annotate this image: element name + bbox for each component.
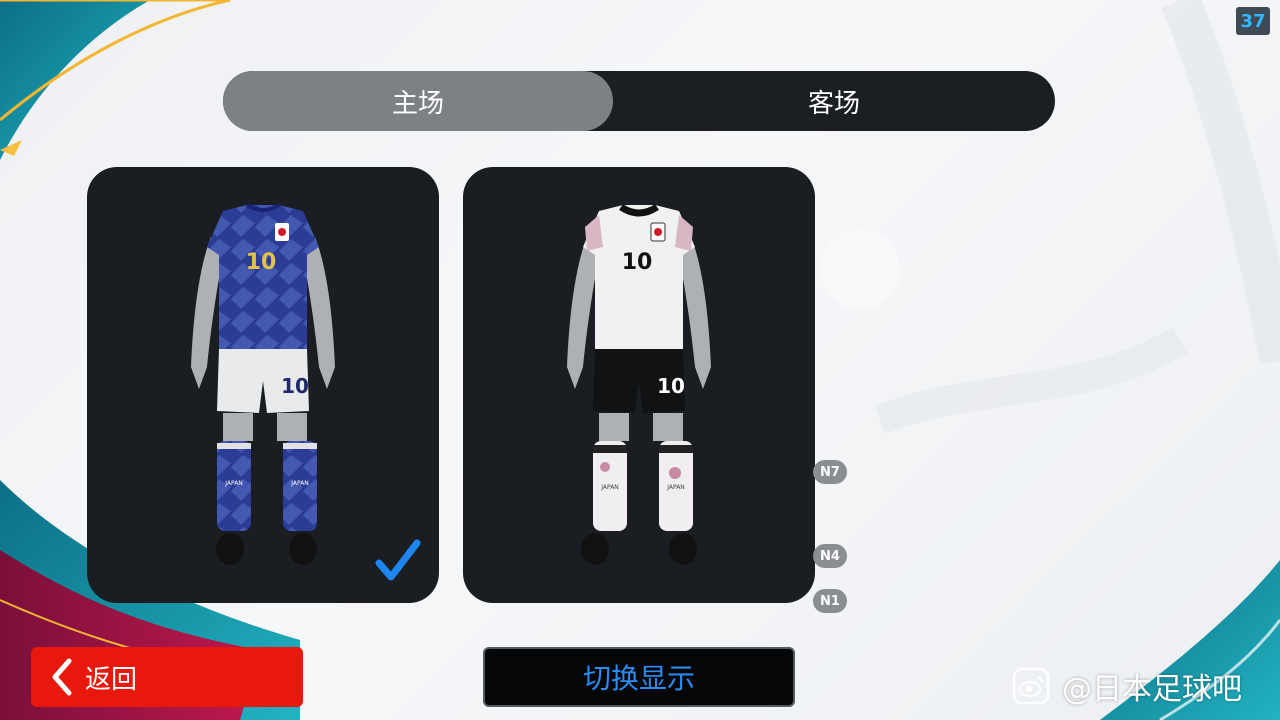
away-kit-card[interactable]: 10 10 JAPAN JAPAN <box>463 167 815 603</box>
svg-text:JAPAN: JAPAN <box>600 484 619 491</box>
away-kit-mannequin: 10 10 JAPAN JAPAN <box>567 203 711 565</box>
home-kit-card[interactable]: 10 10 JAPAN JAPAN <box>87 167 439 603</box>
away-kit-number: 10 <box>622 250 653 275</box>
chevron-left-icon <box>52 658 72 696</box>
home-kit-number: 10 <box>246 250 277 275</box>
svg-text:JAPAN: JAPAN <box>224 480 243 487</box>
svg-text:JAPAN: JAPAN <box>290 480 309 487</box>
back-button[interactable]: 返回 <box>31 647 303 707</box>
watermark: @日本足球吧 <box>1012 664 1242 708</box>
debug-marker-n7: N7 <box>813 460 847 484</box>
svg-text:10: 10 <box>281 374 309 398</box>
back-button-label: 返回 <box>85 664 138 695</box>
weibo-icon <box>1012 667 1050 705</box>
watermark-text: @日本足球吧 <box>1062 672 1242 707</box>
frame-counter-badge: 37 <box>1236 7 1270 35</box>
tab-away[interactable]: 客场 <box>613 71 1055 131</box>
tab-home[interactable]: 主场 <box>223 71 613 131</box>
checkmark-icon <box>375 539 421 581</box>
debug-marker-n4: N4 <box>813 544 847 568</box>
switch-display-label: 切换显示 <box>582 662 695 695</box>
kit-tab-bar: 主场 客场 <box>223 71 1055 131</box>
debug-marker-n1: N1 <box>813 589 847 613</box>
svg-text:JAPAN: JAPAN <box>666 484 685 491</box>
switch-display-button[interactable]: 切换显示 <box>483 647 795 707</box>
svg-text:10: 10 <box>657 374 685 398</box>
